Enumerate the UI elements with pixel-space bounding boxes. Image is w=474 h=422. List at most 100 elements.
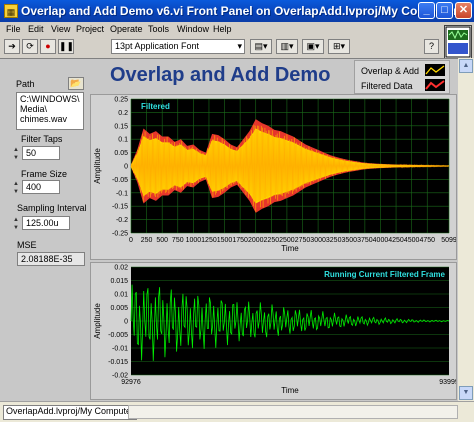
menu-edit[interactable]: Edit (28, 24, 44, 34)
x-tick-label: 4750 (419, 237, 435, 244)
increment-icon[interactable]: ▲ (12, 216, 20, 224)
menu-window[interactable]: Window (177, 24, 209, 34)
menu-view[interactable]: View (51, 24, 70, 34)
vi-connector-graphic (445, 26, 471, 58)
x-tick-label: 3750 (357, 237, 373, 244)
y-tick-label: 0.15 (114, 123, 128, 130)
reorder-icon[interactable]: ⊞▾ (328, 39, 350, 54)
x-axis-label: Time (281, 244, 299, 253)
menu-operate[interactable]: Operate (110, 24, 143, 34)
plot-legend[interactable]: Overlap & Add Filtered Data (354, 60, 450, 94)
run-arrow-icon[interactable]: ➔ (4, 39, 20, 54)
x-tick-label: 2750 (295, 237, 311, 244)
x-tick-label: 2000 (248, 237, 264, 244)
labview-vi-icon: ▦ (4, 4, 18, 18)
y-tick-label: -0.15 (112, 204, 128, 211)
frame-size-label: Frame Size (21, 169, 68, 179)
abort-icon[interactable]: ● (40, 39, 56, 54)
x-tick-label: 750 (172, 237, 184, 244)
running-frame-graph[interactable]: -0.02 -0.015 -0.01 -0.005 0 0.005 0.01 0.015 0.0… (90, 262, 459, 400)
vertical-scrollbar[interactable] (458, 58, 474, 401)
x-tick-label: 92976 (121, 379, 141, 386)
decrement-icon[interactable]: ▼ (12, 224, 20, 232)
x-tick-label: 1500 (217, 237, 233, 244)
run-continuously-icon[interactable]: ⟳ (22, 39, 38, 54)
menu-bar: File Edit View Project Operate Tools Win… (0, 22, 440, 37)
sampling-interval-field[interactable]: 125.00u (22, 216, 70, 230)
font-select[interactable]: 13pt Application Font ▾ (111, 39, 245, 54)
x-tick-label: 3500 (341, 237, 357, 244)
path-field[interactable]: C:\WINDOWS\ Media\ chimes.wav (16, 92, 84, 130)
help-icon[interactable]: ? (424, 39, 439, 54)
legend-swatch-overlap-add (425, 64, 445, 76)
resize-objects-icon[interactable]: ▣▾ (302, 39, 324, 54)
x-tick-label: 3250 (326, 237, 342, 244)
y-tick-label: 0.2 (118, 110, 128, 117)
menu-tools[interactable]: Tools (148, 24, 169, 34)
decrement-icon[interactable]: ▼ (12, 154, 20, 162)
path-line: C:\WINDOWS\ (20, 94, 80, 104)
decrement-icon[interactable]: ▼ (12, 188, 20, 196)
y-axis-label: Amplitude (93, 303, 102, 339)
x-tick-label: 2250 (264, 237, 280, 244)
y-tick-label: -0.05 (112, 177, 128, 184)
increment-icon[interactable]: ▲ (12, 180, 20, 188)
horizontal-scrollbar[interactable] (128, 405, 458, 419)
maximize-button[interactable]: □ (436, 2, 453, 19)
x-tick-label: 0 (129, 237, 133, 244)
filter-taps-stepper[interactable]: ▲ ▼ (12, 146, 20, 162)
filter-taps-label: Filter Taps (21, 134, 63, 144)
labview-window: ▦ Overlap and Add Demo v6.vi Front Panel… (0, 0, 474, 422)
path-line: chimes.wav (20, 114, 68, 124)
y-tick-label: 0.1 (118, 137, 128, 144)
x-tick-label: 1750 (232, 237, 248, 244)
scroll-down-icon[interactable]: ▼ (459, 386, 473, 400)
mse-indicator: 2.08188E-35 (17, 252, 85, 266)
font-select-value: 13pt Application Font (115, 41, 200, 51)
x-tick-label: 4500 (404, 237, 420, 244)
menu-help[interactable]: Help (213, 24, 232, 34)
x-tick-label: 1000 (186, 237, 202, 244)
filtered-annotation: Filtered (141, 102, 170, 111)
y-tick-label: 0.02 (114, 265, 128, 272)
y-tick-label: -0.2 (116, 217, 128, 224)
pause-icon[interactable]: ❚❚ (58, 39, 74, 54)
y-tick-label: 0.25 (114, 97, 128, 104)
y-tick-label: -0.1 (116, 190, 128, 197)
toolbar: ➔ ⟳ ● ❚❚ 13pt Application Font ▾ ▤▾ ▥▾ ▣▾… (0, 37, 440, 57)
frame-size-field[interactable]: 400 (22, 180, 60, 194)
path-line: Media\ (20, 104, 48, 114)
title-bar[interactable]: ▦ Overlap and Add Demo v6.vi Front Panel… (0, 0, 474, 22)
project-context: OverlapAdd.lvproj/My Computer (3, 405, 138, 420)
y-tick-label: 0.01 (114, 292, 128, 299)
x-tick-label: 93999 (439, 379, 456, 386)
x-tick-label: 1250 (201, 237, 217, 244)
chevron-down-icon: ▾ (237, 41, 242, 51)
align-objects-icon[interactable]: ▤▾ (250, 39, 272, 54)
close-button[interactable]: ✕ (455, 2, 472, 19)
menu-file[interactable]: File (6, 24, 21, 34)
scroll-up-icon[interactable]: ▲ (459, 59, 473, 73)
x-axis-label: Time (281, 386, 299, 395)
mse-label: MSE (17, 240, 37, 250)
filtered-graph[interactable]: -0.25 -0.2 -0.15 -0.1 -0.05 0 0.05 0.1 0.15 0.2 0.… (90, 94, 457, 260)
vi-connector-icon[interactable] (444, 25, 472, 59)
distribute-objects-icon[interactable]: ▥▾ (276, 39, 298, 54)
increment-icon[interactable]: ▲ (12, 146, 20, 154)
filter-taps-field[interactable]: 50 (22, 146, 60, 160)
y-tick-label: 0.005 (110, 305, 128, 312)
legend-label-filtered-data: Filtered Data (361, 81, 413, 91)
minimize-button[interactable]: _ (418, 2, 435, 19)
y-tick-label: 0.015 (110, 278, 128, 285)
demo-title: Overlap and Add Demo (110, 64, 331, 86)
y-tick-label: -0.015 (108, 359, 128, 366)
x-tick-label: 4000 (373, 237, 389, 244)
frame-size-stepper[interactable]: ▲ ▼ (12, 180, 20, 196)
folder-browse-icon[interactable]: 📂 (68, 77, 84, 90)
x-tick-label: 500 (156, 237, 168, 244)
running-frame-annotation: Running Current Filtered Frame (324, 270, 445, 279)
menu-project[interactable]: Project (76, 24, 104, 34)
status-bar: OverlapAdd.lvproj/My Computer (0, 401, 474, 422)
sampling-interval-stepper[interactable]: ▲ ▼ (12, 216, 20, 232)
y-tick-label: 0.05 (114, 150, 128, 157)
